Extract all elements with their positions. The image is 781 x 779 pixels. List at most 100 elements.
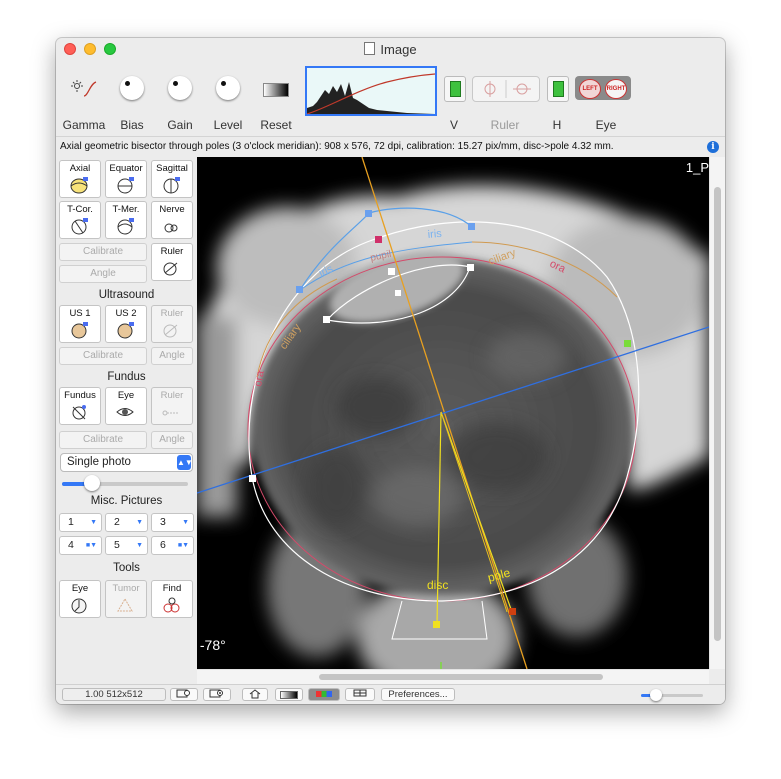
ruler-segmented-control[interactable] [472, 76, 540, 102]
bias-knob[interactable] [120, 76, 144, 100]
zoom-out-button[interactable] [170, 688, 198, 701]
green-swatch-icon [450, 81, 461, 97]
fundus-ruler-button[interactable]: Ruler [151, 387, 193, 425]
color-mode-button[interactable] [308, 688, 340, 701]
ruler-circle-icon [163, 324, 178, 338]
tumor-button[interactable]: Tumor [105, 580, 147, 618]
angle-label: Angle [90, 268, 116, 279]
eye-tool-icon [71, 598, 87, 614]
gain-knob[interactable] [168, 76, 192, 100]
ruler-icons [484, 80, 531, 98]
document-icon [364, 42, 376, 55]
scan-image: iris iris pupil ciliary ciliary ora ora … [197, 157, 709, 669]
equator-button[interactable]: Equator [105, 160, 147, 198]
disc-annotation: disc [427, 578, 448, 592]
us-angle-button[interactable]: Angle [151, 347, 193, 365]
left-eye-button[interactable]: LEFT [579, 79, 601, 99]
histogram-display[interactable] [305, 66, 437, 116]
ultrasound-eye-icon [117, 322, 134, 339]
reset-gradient-button[interactable] [263, 83, 289, 97]
slider-thumb[interactable] [84, 475, 100, 491]
axial-button[interactable]: Axial [59, 160, 101, 198]
info-icon[interactable]: i [707, 141, 719, 153]
photo-slider[interactable] [62, 475, 188, 491]
tools-eye-button[interactable]: Eye [59, 580, 101, 618]
eye-side-segmented-control[interactable]: LEFT RIGHT [575, 76, 631, 100]
t-mer-button[interactable]: T-Mer. [105, 201, 147, 239]
misc-picture-label: 1 [68, 516, 74, 528]
gamma-icon[interactable] [70, 78, 98, 98]
misc-picture-5-button[interactable]: 5 ▼ [105, 536, 148, 555]
nerve-button[interactable]: Nerve [151, 201, 193, 239]
vertical-scroll-thumb[interactable] [714, 187, 721, 641]
fundus-calibrate-button[interactable]: Calibrate [59, 431, 147, 449]
misc-picture-2-button[interactable]: 2 ▼ [105, 513, 148, 532]
photo-mode-select[interactable]: Single photo ▲▼ [60, 453, 193, 472]
photo-mode-value: Single photo [67, 456, 131, 468]
horizontal-scrollbar[interactable] [197, 669, 709, 684]
preferences-button[interactable]: Preferences... [381, 688, 455, 701]
us2-button[interactable]: US 2 [105, 305, 147, 343]
find-icon [163, 597, 180, 613]
nerve-icon [164, 223, 178, 233]
t-mer-label: T-Mer. [112, 204, 140, 215]
ruler-line-icon [162, 410, 179, 416]
fundus-label: Fundus [64, 390, 96, 401]
zoom-in-icon [209, 689, 223, 698]
home-button[interactable] [242, 688, 268, 701]
split-view-button[interactable] [345, 688, 375, 701]
eye-photo-button[interactable]: Eye [105, 387, 147, 425]
grayscale-icon [280, 691, 298, 699]
zoom-slider-thumb[interactable] [650, 689, 662, 701]
chevron-down-icon: ▼ [136, 542, 143, 549]
tools-heading: Tools [113, 562, 140, 574]
ruler-button[interactable]: Ruler [151, 243, 193, 281]
fundus-angle-button[interactable]: Angle [151, 431, 193, 449]
equator-label: Equator [109, 163, 143, 174]
chevron-updown-icon: ▲▼ [177, 455, 193, 470]
axial-eye-icon [70, 177, 88, 194]
horizontal-scroll-thumb[interactable] [319, 674, 603, 680]
level-knob[interactable] [216, 76, 240, 100]
angle-button[interactable]: Angle [59, 265, 147, 283]
info-text: Axial geometric bisector through poles (… [60, 141, 614, 152]
calibrate-label: Calibrate [82, 434, 124, 445]
vertical-scrollbar[interactable] [709, 157, 725, 669]
fundus-heading: Fundus [107, 371, 146, 383]
rgb-icon [316, 691, 332, 697]
angle-label: Angle [159, 350, 185, 361]
eye-label: Eye [595, 118, 617, 132]
t-cor-button[interactable]: T-Cor. [59, 201, 101, 239]
us-ruler-button[interactable]: Ruler [151, 305, 193, 343]
image-viewer[interactable]: iris iris pupil ciliary ciliary ora ora … [197, 157, 709, 669]
vertical-flip-button[interactable] [444, 76, 466, 102]
sagittal-label: Sagittal [156, 163, 188, 174]
us-ruler-label: Ruler [160, 308, 184, 319]
ruler-label: Ruler [490, 118, 520, 132]
misc-picture-6-button[interactable]: 6 ■▼ [151, 536, 194, 555]
zoom-in-button[interactable] [203, 688, 231, 701]
ruler-button-label: Ruler [160, 246, 184, 257]
chevron-down-icon: ▼ [136, 519, 143, 526]
sagittal-button[interactable]: Sagittal [151, 160, 193, 198]
us-calibrate-button[interactable]: Calibrate [59, 347, 147, 365]
misc-picture-4-button[interactable]: 4 ■▼ [59, 536, 102, 555]
home-icon [249, 689, 261, 699]
sidebar: Axial Equator Sagittal T-Cor. T-Mer. Ner… [56, 157, 197, 684]
chevron-down-icon: ▼ [182, 519, 189, 526]
find-button[interactable]: Find [151, 580, 193, 618]
ultrasound-heading: Ultrasound [98, 289, 155, 301]
fundus-button[interactable]: Fundus [59, 387, 101, 425]
misc-picture-3-button[interactable]: 3 ▼ [151, 513, 194, 532]
misc-picture-1-button[interactable]: 1 ▼ [59, 513, 102, 532]
calibrate-button[interactable]: Calibrate [59, 243, 147, 261]
us1-button[interactable]: US 1 [59, 305, 101, 343]
zoom-slider[interactable] [641, 689, 703, 701]
right-eye-button[interactable]: RIGHT [605, 79, 627, 99]
reset-label: Reset [260, 118, 292, 132]
grayscale-button[interactable] [275, 688, 303, 701]
us1-label: US 1 [69, 308, 91, 319]
title-bar: Image [56, 38, 725, 60]
horizontal-flip-button[interactable] [547, 76, 569, 102]
misc-picture-label: 6 [160, 539, 166, 551]
